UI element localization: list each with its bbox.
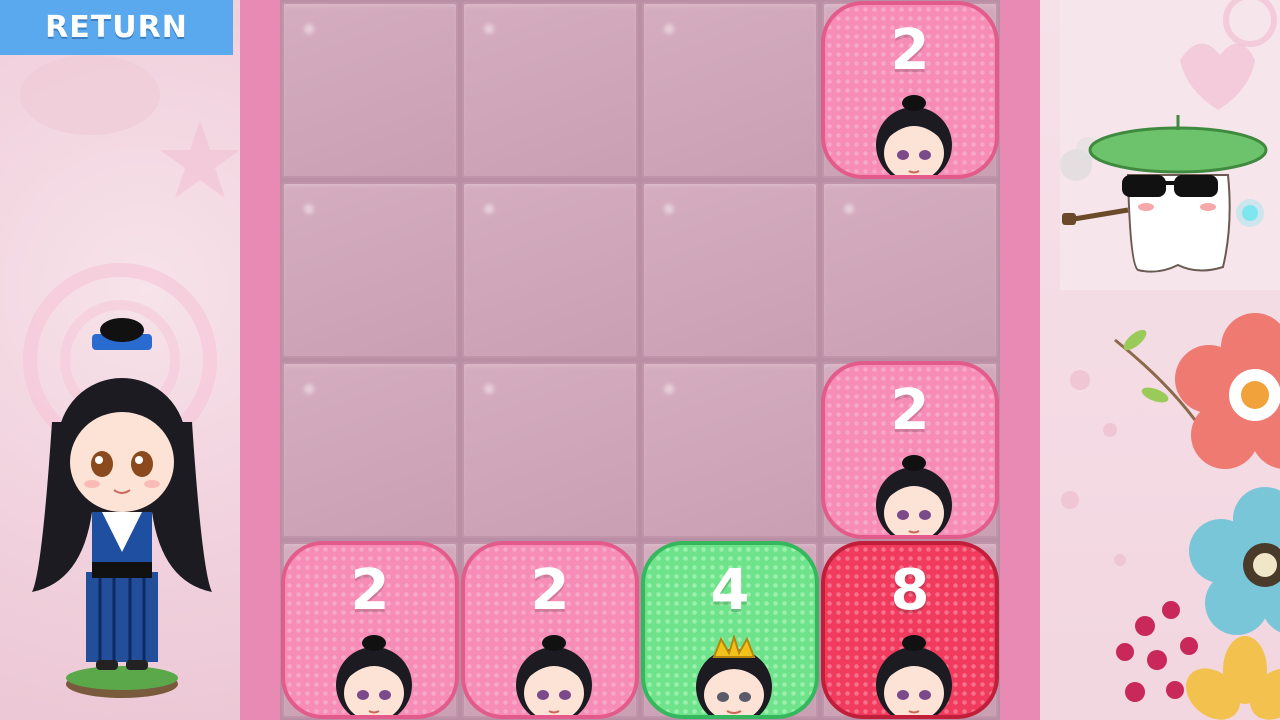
chibi-face-crowned-icon xyxy=(696,635,772,715)
tile-value: 2 xyxy=(530,558,570,623)
tile-value: 2 xyxy=(350,558,390,623)
tile-2[interactable]: 2 xyxy=(821,361,999,539)
tile-value: 4 xyxy=(710,558,750,623)
tile-8[interactable]: 8 xyxy=(821,541,999,719)
board-cell xyxy=(462,182,638,358)
board-cell xyxy=(462,2,638,178)
return-button[interactable]: RETURN xyxy=(0,0,233,55)
tile-value: 2 xyxy=(890,378,930,443)
chibi-face-icon xyxy=(516,635,592,715)
tile-2[interactable]: 2 xyxy=(821,1,999,179)
board-cell xyxy=(282,2,458,178)
chibi-face-icon xyxy=(876,635,952,715)
tile-2[interactable]: 2 xyxy=(461,541,639,719)
board-cell xyxy=(282,362,458,538)
board-cell xyxy=(462,362,638,538)
chibi-face-icon xyxy=(876,95,952,175)
chibi-girl-character xyxy=(32,318,212,698)
chibi-face-icon xyxy=(876,455,952,535)
return-button-label: RETURN xyxy=(45,10,188,45)
board-cell xyxy=(642,2,818,178)
left-panel xyxy=(0,0,240,720)
board-cell xyxy=(282,182,458,358)
flower-decoration xyxy=(1114,313,1280,720)
chibi-face-icon xyxy=(336,635,412,715)
tile-2[interactable]: 2 xyxy=(281,541,459,719)
tile-value: 8 xyxy=(890,558,930,623)
board-cell xyxy=(642,182,818,358)
tile-4[interactable]: 4 xyxy=(641,541,819,719)
board-cell xyxy=(642,362,818,538)
board-cell xyxy=(822,182,998,358)
tile-value: 2 xyxy=(890,18,930,83)
game-board[interactable]: 2 2 2 2 4 8 xyxy=(280,0,1000,720)
ghost-with-leaf-hat-icon xyxy=(1060,115,1268,273)
